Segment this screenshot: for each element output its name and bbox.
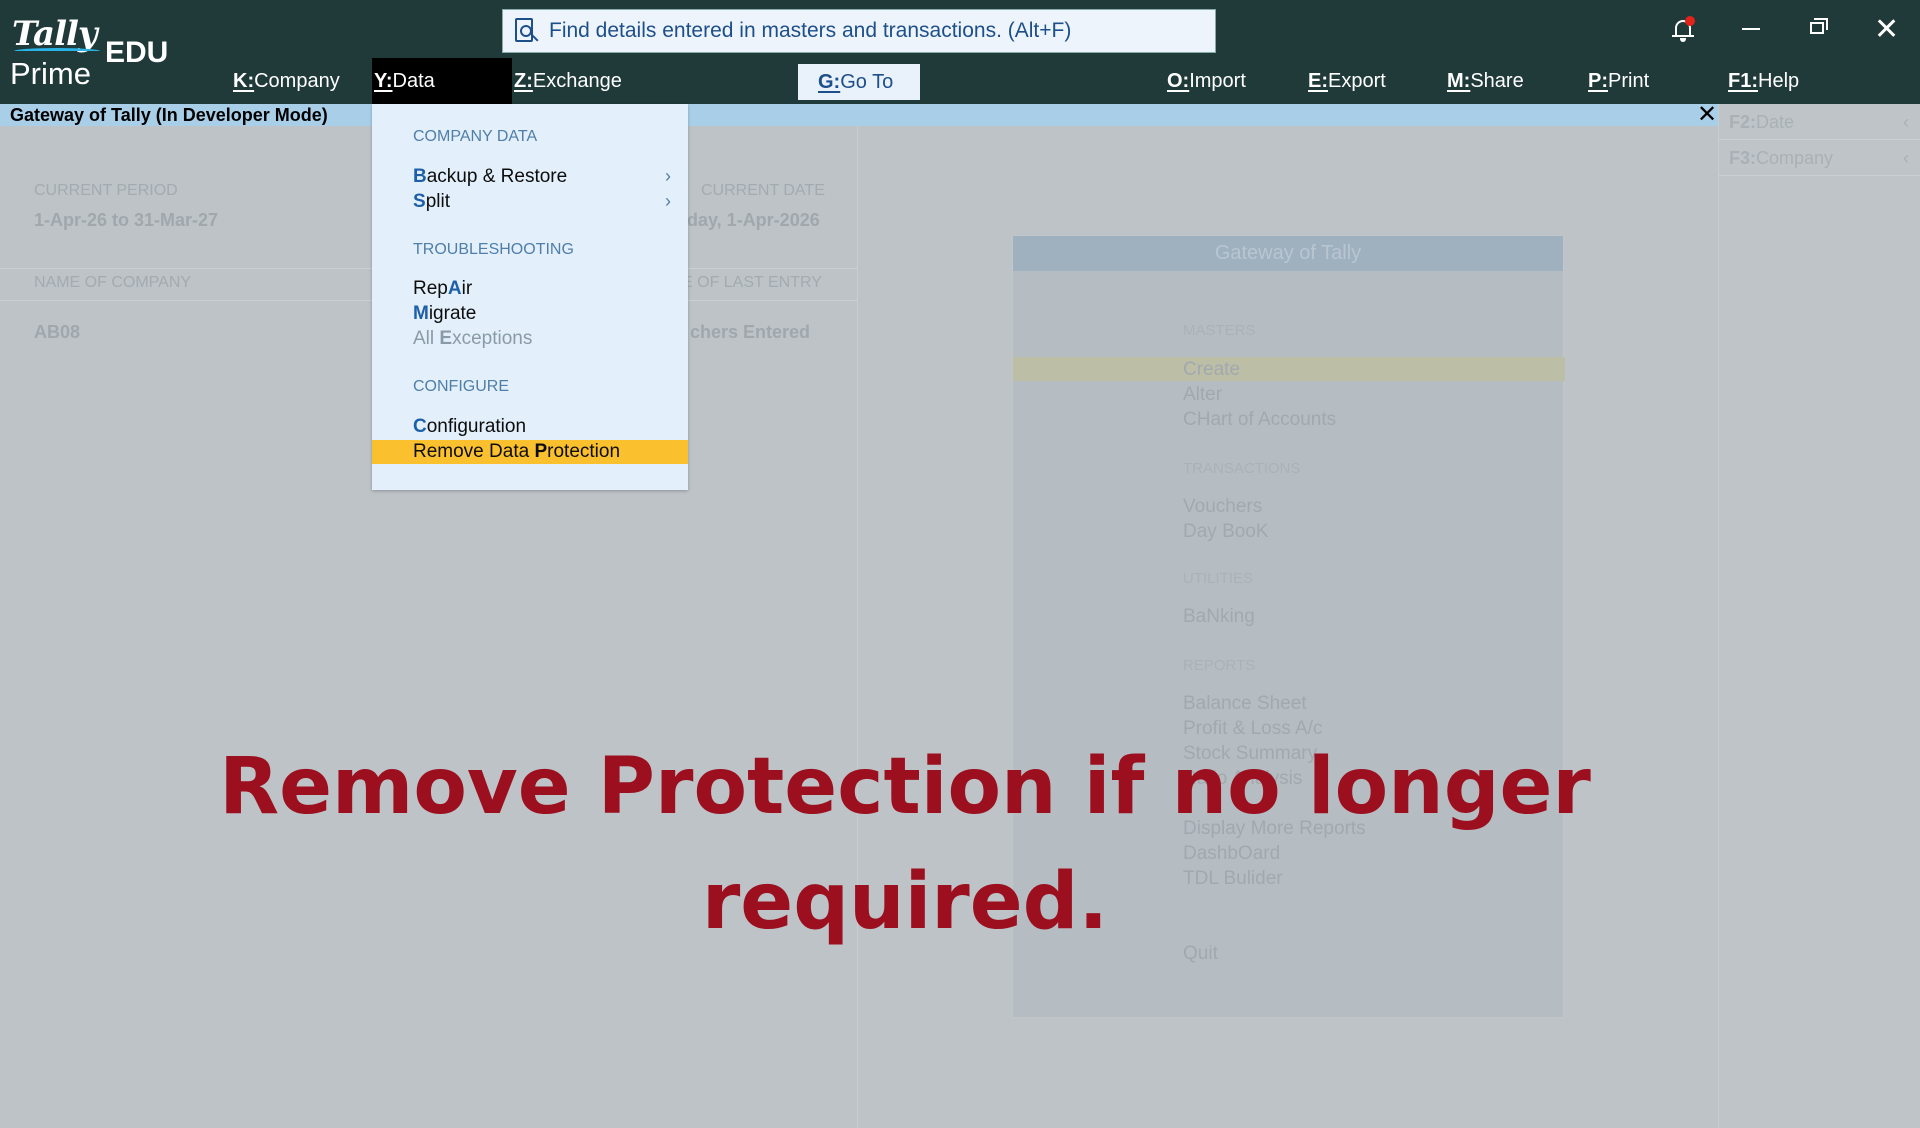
data-menu-dropdown: COMPANY DATA Backup & Restore › Split › … [372, 104, 688, 490]
company-name-label: NAME OF COMPANY [34, 274, 192, 291]
menu-help[interactable]: F1:Help [1728, 58, 1799, 104]
dd-item-split[interactable]: Split [413, 191, 450, 213]
menu-import[interactable]: O:Import [1167, 58, 1246, 104]
divider [1719, 139, 1920, 140]
notification-dot [1685, 16, 1695, 26]
notification-bell-icon[interactable] [1672, 16, 1695, 42]
dd-section-company-data: COMPANY DATA [413, 128, 538, 145]
logo-edition: EDU [105, 36, 169, 69]
gateway-item-day-book[interactable]: Day BooK [1183, 521, 1269, 543]
menu-goto[interactable]: G:Go To [798, 64, 920, 100]
f3-company-button[interactable]: F3:Company [1729, 148, 1833, 169]
current-period-value: 1-Apr-26 to 31-Mar-27 [34, 210, 219, 230]
screen-header: Gateway of Tally (In Developer Mode) ✕ [0, 101, 1920, 128]
gateway-item-balance-sheet[interactable]: Balance Sheet [1183, 693, 1307, 715]
dd-item-remove-data-protection[interactable]: Remove Data Protection [413, 441, 620, 463]
chevron-right-icon: › [665, 166, 671, 186]
company-name[interactable]: AB08 [34, 322, 80, 343]
gateway-item-alter[interactable]: Alter [1183, 384, 1222, 406]
current-period-label: CURRENT PERIOD [34, 182, 178, 199]
dd-section-configure: CONFIGURE [413, 378, 509, 395]
restore-icon[interactable] [1810, 18, 1828, 34]
current-date-label: CURRENT DATE [701, 182, 825, 199]
chevron-left-icon: ‹ [1903, 148, 1909, 168]
divider [1719, 175, 1920, 176]
close-window-icon[interactable]: ✕ [1874, 12, 1899, 47]
function-key-panel: F2:Date ‹ F3:Company ‹ [1718, 104, 1920, 1128]
dd-item-all-exceptions: All Exceptions [413, 328, 533, 349]
search-box[interactable] [502, 9, 1216, 53]
dd-item-backup-restore[interactable]: Backup & Restore [413, 166, 567, 188]
menu-exchange[interactable]: Z:Exchange [514, 58, 622, 104]
section-transactions: TRANSACTIONS [1183, 460, 1301, 477]
gateway-item-create[interactable]: Create [1183, 359, 1240, 381]
dd-item-configuration[interactable]: Configuration [413, 416, 526, 438]
minimize-icon[interactable] [1742, 28, 1760, 30]
dd-item-migrate[interactable]: Migrate [413, 303, 476, 325]
chevron-left-icon: ‹ [1903, 112, 1909, 132]
last-entry-value: chers Entered [690, 322, 811, 342]
gateway-item-vouchers[interactable]: Vouchers [1183, 496, 1262, 518]
menu-print[interactable]: P:Print [1588, 58, 1649, 104]
title-bar: Tally Prime EDU ✕ K:Company Y:Data Z:Exc… [0, 0, 1920, 104]
logo-product: Prime [10, 56, 91, 91]
gateway-item-chart-of-accounts[interactable]: CHart of Accounts [1183, 409, 1336, 431]
dd-item-repair[interactable]: RepAir [413, 278, 472, 300]
logo-swoosh [14, 48, 100, 54]
tutorial-caption: Remove Protection if no longer required. [219, 742, 1591, 947]
section-masters: MASTERS [1183, 322, 1256, 339]
search-icon [513, 18, 539, 44]
menu-export[interactable]: E:Export [1308, 58, 1386, 104]
menu-share[interactable]: M:Share [1447, 58, 1524, 104]
menu-company[interactable]: K:Company [233, 58, 340, 104]
search-input[interactable] [549, 19, 1189, 43]
dd-section-troubleshooting: TROUBLESHOOTING [413, 241, 574, 258]
gateway-highlight [1013, 357, 1565, 381]
screen-title: Gateway of Tally (In Developer Mode) [10, 105, 328, 125]
current-date-value[interactable]: day, 1-Apr-2026 [687, 210, 820, 231]
f2-date-button[interactable]: F2:Date [1729, 112, 1794, 133]
chevron-right-icon: › [665, 191, 671, 211]
section-reports: REPORTS [1183, 657, 1256, 674]
last-entry-label: E OF LAST ENTRY [682, 274, 822, 291]
close-screen-icon[interactable]: ✕ [1697, 100, 1717, 129]
menu-data[interactable]: Y:Data [372, 58, 512, 104]
gateway-title: Gateway of Tally [1013, 236, 1563, 271]
section-utilities: UTILITIES [1183, 570, 1254, 587]
gateway-item-banking[interactable]: BaNking [1183, 606, 1255, 628]
